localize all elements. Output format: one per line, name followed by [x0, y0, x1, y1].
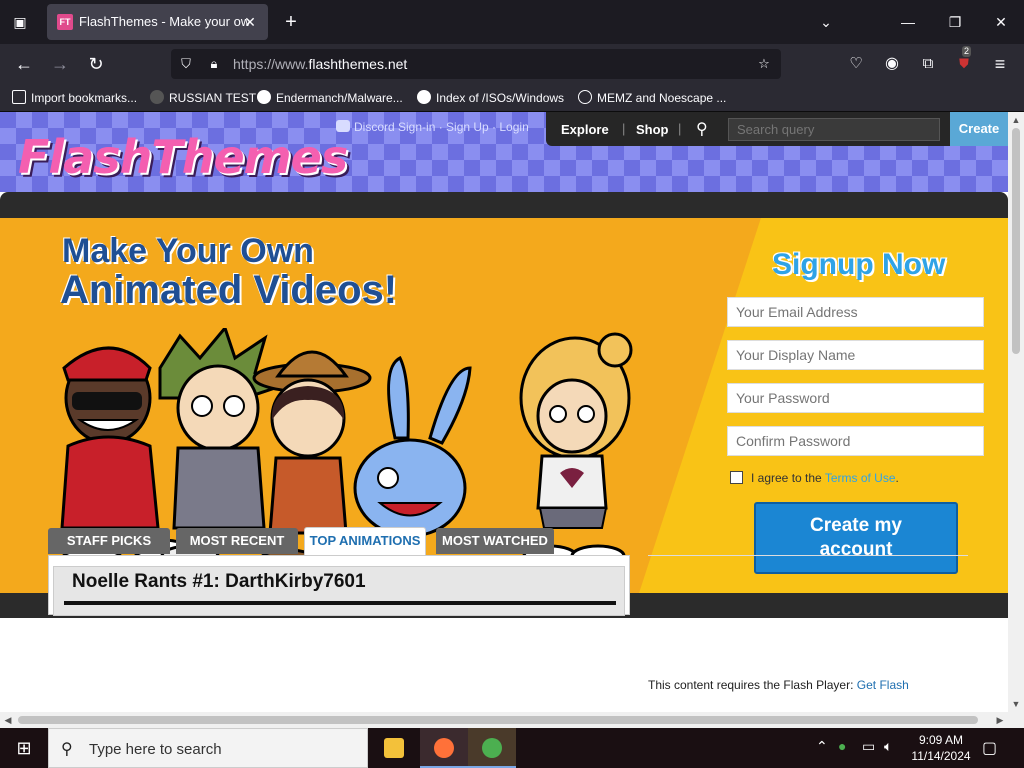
- scroll-thumb[interactable]: [1012, 128, 1020, 354]
- bookmark-label: Import bookmarks...: [31, 91, 138, 105]
- vertical-scrollbar[interactable]: ▲ ▼: [1008, 112, 1024, 712]
- animations-panel: Noelle Rants #1: DarthKirby7601: [48, 555, 630, 616]
- flash-note-text: This content requires the Flash Player:: [648, 678, 857, 692]
- minimize-icon[interactable]: —: [894, 8, 922, 36]
- favicon-icon: [150, 90, 164, 104]
- tab-title: FlashThemes - Make your own: [79, 14, 249, 29]
- tab-most-recent[interactable]: MOST RECENT: [176, 528, 298, 554]
- taskbar-app[interactable]: [468, 728, 516, 768]
- clock-date: 11/14/2024: [911, 749, 971, 763]
- forward-icon[interactable]: →: [48, 52, 72, 76]
- browser-tab-bar: ▣ FT FlashThemes - Make your own ✕ + ⌄ —…: [0, 0, 1024, 44]
- url-host: flashthemes.net: [308, 56, 408, 72]
- import-icon: [12, 90, 26, 104]
- firefox-icon: [434, 738, 454, 758]
- horizontal-scrollbar[interactable]: ◀ ▶: [0, 712, 1008, 728]
- content-tabs: STAFF PICKS MOST RECENT TOP ANIMATIONS M…: [48, 527, 648, 556]
- bookmark-star-icon[interactable]: ☆: [755, 55, 773, 73]
- bookmark-isos[interactable]: Index of /ISOs/Windows: [417, 90, 564, 105]
- google-icon: [417, 90, 431, 104]
- close-window-icon[interactable]: ✕: [987, 8, 1015, 36]
- hscroll-thumb[interactable]: [18, 716, 978, 724]
- clock-time: 9:09 AM: [918, 733, 964, 747]
- url-text: https://www.flashthemes.net: [233, 56, 407, 72]
- bookmark-label: MEMZ and Noescape ...: [597, 91, 727, 105]
- extensions-icon[interactable]: ⧉: [916, 52, 940, 76]
- tray-app-icon[interactable]: ●: [838, 738, 846, 754]
- account-icon[interactable]: ◉: [880, 52, 904, 76]
- tray-chevron-icon[interactable]: ⌃: [816, 738, 828, 755]
- taskbar-file-explorer[interactable]: [370, 728, 418, 768]
- bookmark-russian-test[interactable]: RUSSIAN TEST: [150, 90, 256, 105]
- back-icon[interactable]: ←: [12, 52, 36, 76]
- tab-overflow-chevron-icon[interactable]: ⌄: [812, 8, 840, 36]
- flashthemes-favicon-icon: FT: [57, 14, 73, 30]
- bookmarks-toolbar: Import bookmarks... RUSSIAN TEST Enderma…: [0, 84, 1024, 112]
- reload-icon[interactable]: ↻: [84, 52, 108, 76]
- folder-icon: [384, 738, 404, 758]
- taskbar-clock[interactable]: 9:09 AM 11/14/2024: [908, 732, 974, 764]
- browser-tab-active[interactable]: FT FlashThemes - Make your own ✕: [47, 4, 268, 40]
- lock-icon[interactable]: 🔒︎: [205, 55, 223, 73]
- tab-staff-picks[interactable]: STAFF PICKS: [48, 528, 170, 554]
- network-icon[interactable]: ▭: [862, 738, 875, 755]
- featured-animation[interactable]: Noelle Rants #1: DarthKirby7601: [53, 566, 625, 616]
- browser-nav-bar: ← → ↻ ⛉ 🔒︎ https://www.flashthemes.net ☆…: [0, 44, 1024, 84]
- search-icon: ⚲: [61, 741, 73, 758]
- new-tab-icon[interactable]: +: [279, 10, 303, 34]
- tab-list-icon[interactable]: ▣: [8, 10, 32, 34]
- tab-most-watched[interactable]: MOST WATCHED: [436, 528, 554, 554]
- scroll-down-icon[interactable]: ▼: [1008, 696, 1024, 712]
- bookmark-label: Index of /ISOs/Windows: [436, 91, 565, 105]
- scroll-right-icon[interactable]: ▶: [992, 712, 1008, 728]
- globe-icon: [578, 90, 592, 104]
- bookmark-memz[interactable]: MEMZ and Noescape ...: [578, 90, 726, 105]
- url-bar[interactable]: ⛉ 🔒︎ https://www.flashthemes.net ☆: [171, 49, 781, 79]
- shield-icon[interactable]: ⛉: [177, 55, 195, 73]
- tab-top-animations[interactable]: TOP ANIMATIONS: [304, 527, 426, 555]
- scrollbar-corner: [1008, 712, 1024, 728]
- menu-icon[interactable]: ≡: [988, 52, 1012, 76]
- bookmark-label: RUSSIAN TEST: [169, 91, 257, 105]
- people-icon: [482, 738, 502, 758]
- bookmark-import[interactable]: Import bookmarks...: [12, 90, 137, 105]
- get-flash-link[interactable]: Get Flash: [857, 678, 909, 692]
- scroll-up-icon[interactable]: ▲: [1008, 112, 1024, 128]
- content-area: STAFF PICKS MOST RECENT TOP ANIMATIONS M…: [0, 112, 1008, 712]
- url-scheme: https://www.: [233, 56, 309, 72]
- bookmark-label: Endermanch/Malware...: [276, 91, 403, 105]
- extension-badge: 2: [962, 46, 972, 57]
- restore-icon[interactable]: ❐: [941, 8, 969, 36]
- bookmark-endermanch[interactable]: Endermanch/Malware...: [257, 90, 403, 105]
- close-tab-icon[interactable]: ✕: [240, 12, 260, 32]
- pocket-icon[interactable]: ♡: [844, 52, 868, 76]
- ublock-icon[interactable]: ⛊ 2: [952, 46, 976, 76]
- volume-icon[interactable]: 🔈︎: [884, 738, 892, 755]
- taskbar-firefox[interactable]: [420, 728, 468, 768]
- google-icon: [257, 90, 271, 104]
- taskbar-search-placeholder: Type here to search: [89, 741, 222, 758]
- flash-player-notice: This content requires the Flash Player: …: [648, 678, 909, 692]
- scroll-left-icon[interactable]: ◀: [0, 712, 16, 728]
- notification-icon[interactable]: ▢: [982, 738, 997, 758]
- windows-start-icon[interactable]: ⊞: [0, 728, 48, 768]
- featured-animation-title[interactable]: Noelle Rants #1: DarthKirby7601: [72, 571, 366, 593]
- player-bar: [64, 601, 616, 605]
- taskbar-search[interactable]: ⚲ Type here to search: [48, 728, 368, 768]
- taskbar: ⊞ ⚲ Type here to search ⌃ ● ▭ 🔈︎ 9:09 AM…: [0, 728, 1024, 768]
